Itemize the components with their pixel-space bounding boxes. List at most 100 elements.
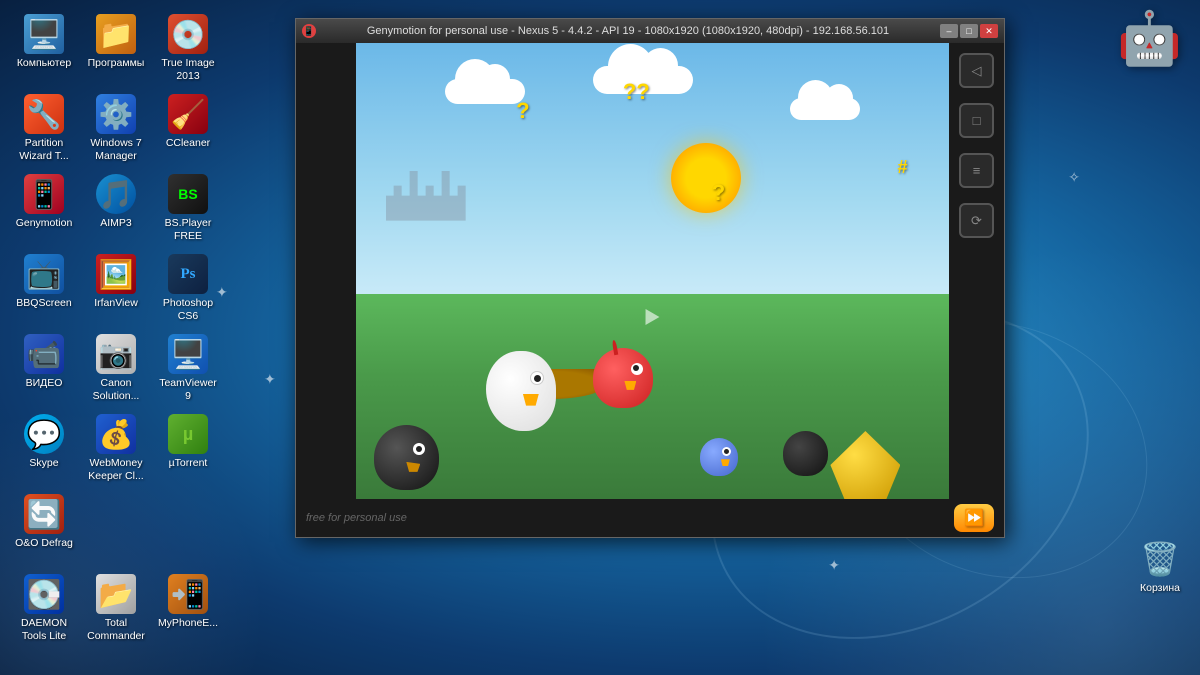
android-recents-button[interactable]: ≡ [959,153,994,188]
sparkle-2: ✦ [264,371,276,388]
cloud-3 [790,98,860,120]
icon-computer-label: Компьютер [17,57,71,70]
icon-photoshop-label: Photoshop CS6 [155,297,221,322]
icon-computer[interactable]: 🖥️ Компьютер [10,10,78,88]
window-app-icon: 📱 [302,24,316,38]
trueimage-icon-img: 💿 [168,14,208,54]
bsplayer-icon-img: BS [168,174,208,214]
bird-blue-body [700,438,738,476]
totalcmd-icon-img: 📂 [96,574,136,614]
bird-black2-body [783,431,828,476]
recycle-bin-label: Корзина [1140,582,1180,595]
recycle-bin-icon[interactable]: 🗑️ Корзина [1140,539,1180,595]
icon-canon[interactable]: 📷 Canon Solution... [82,330,150,408]
daemon-icon-img: 💽 [24,574,64,614]
icon-webmoney-label: WebMoney Keeper Cl... [83,457,149,482]
question-mark-3: ? [712,180,725,206]
icon-irfanview-label: IrfanView [94,297,138,310]
left-panel [296,43,356,499]
icon-totalcmd[interactable]: 📂 Total Commander [82,570,150,648]
desktop-icon-grid: 🖥️ Компьютер 📁 Программы 💿 True Image 20… [10,10,224,675]
bird-black-beak [406,462,420,472]
icon-utorrent-label: µTorrent [169,457,208,470]
question-mark-2: ?? [623,79,650,105]
icon-daemon[interactable]: 💽 DAEMON Tools Lite [10,570,78,648]
android-nav-panel: ◁ □ ≡ ⟳ [949,43,1004,499]
window-titlebar[interactable]: 📱 Genymotion for personal use - Nexus 5 … [296,19,1004,43]
icon-skype[interactable]: 💬 Skype [10,410,78,488]
window-content-area: ? ?? ? # [296,43,1004,499]
window-minimize-button[interactable]: – [940,24,958,38]
icon-daemon-label: DAEMON Tools Lite [11,617,77,642]
icon-programs[interactable]: 📁 Программы [82,10,150,88]
bird-blue-eye [722,447,731,456]
bird-white-body [486,351,556,431]
icon-utorrent[interactable]: µ µTorrent [154,410,222,488]
play-icon: ⏩ [964,508,984,528]
sparkle-3: ✦ [828,557,840,574]
icon-teamviewer-label: TeamViewer 9 [155,377,221,402]
myphone-icon-img: 📲 [168,574,208,614]
icon-irfanview[interactable]: 🖼️ IrfanView [82,250,150,328]
aimp-icon-img: 🎵 [96,174,136,214]
icon-bsplayer[interactable]: BS BS.Player FREE [154,170,222,248]
bird-black-small [783,431,828,476]
skype-icon-img: 💬 [24,414,64,454]
computer-icon-img: 🖥️ [24,14,64,54]
play-button[interactable]: ⏩ [954,504,994,532]
icon-aimp[interactable]: 🎵 AIMP3 [82,170,150,248]
cloud-1 [445,79,525,104]
video-icon-img: 📹 [24,334,64,374]
icon-canon-label: Canon Solution... [83,377,149,402]
game-scene: ? ?? ? # [356,43,949,499]
icon-genymotion-label: Genymotion [16,217,73,230]
ccleaner-icon-img: 🧹 [168,94,208,134]
icon-empty-row7-2 [82,490,150,568]
icon-myphone[interactable]: 📲 MyPhoneE... [154,570,222,648]
icon-genymotion[interactable]: 📱 Genymotion [10,170,78,248]
w7manager-icon-img: ⚙️ [96,94,136,134]
icon-trueimage[interactable]: 💿 True Image 2013 [154,10,222,88]
icon-partition[interactable]: 🔧 Partition Wizard T... [10,90,78,168]
android-back-button[interactable]: ◁ [959,53,994,88]
window-close-button[interactable]: ✕ [980,24,998,38]
icon-totalcmd-label: Total Commander [83,617,149,642]
canon-icon-img: 📷 [96,334,136,374]
icon-partition-label: Partition Wizard T... [11,137,77,162]
sparkle-4: ✧ [1068,169,1080,186]
icon-oodefrag[interactable]: 🔄 O&O Defrag [10,490,78,568]
icon-w7manager[interactable]: ⚙️ Windows 7 Manager [82,90,150,168]
partition-icon-img: 🔧 [24,94,64,134]
window-title: Genymotion for personal use - Nexus 5 - … [320,25,936,37]
icon-webmoney[interactable]: 💰 WebMoney Keeper Cl... [82,410,150,488]
recycle-bin-img: 🗑️ [1140,539,1180,579]
bird-blue-small [700,438,738,476]
icon-empty-row7-3 [154,490,222,568]
icon-myphone-label: MyPhoneE... [158,617,218,630]
bird-yellow [830,431,900,499]
icon-ccleaner[interactable]: 🧹 CCleaner [154,90,222,168]
icon-teamviewer[interactable]: 🖥️ TeamViewer 9 [154,330,222,408]
emulator-screen[interactable]: ? ?? ? # [356,43,949,499]
hashtag-symbol: # [897,157,907,178]
question-mark-1: ? [516,98,529,124]
oodefrag-icon-img: 🔄 [24,494,64,534]
window-controls: – □ ✕ [940,24,998,38]
bird-white [486,351,556,431]
icon-w7manager-label: Windows 7 Manager [83,137,149,162]
icon-photoshop[interactable]: Ps Photoshop CS6 [154,250,222,328]
window-maximize-button[interactable]: □ [960,24,978,38]
genymotion-window: 📱 Genymotion for personal use - Nexus 5 … [295,18,1005,538]
bird-black-bomb [374,425,439,490]
bird-red-body [593,348,653,408]
android-rotate-button[interactable]: ⟳ [959,203,994,238]
watermark-text: free for personal use [306,512,407,524]
icon-aimp-label: AIMP3 [100,217,132,230]
icon-bbqscreen[interactable]: 📺 BBQScreen [10,250,78,328]
bird-red-beak [624,381,636,390]
programs-icon-img: 📁 [96,14,136,54]
icon-video[interactable]: 📹 ВИДЕО [10,330,78,408]
android-mascot: 🤖 [1117,8,1182,69]
icon-oodefrag-label: O&O Defrag [15,537,73,550]
android-home-button[interactable]: □ [959,103,994,138]
